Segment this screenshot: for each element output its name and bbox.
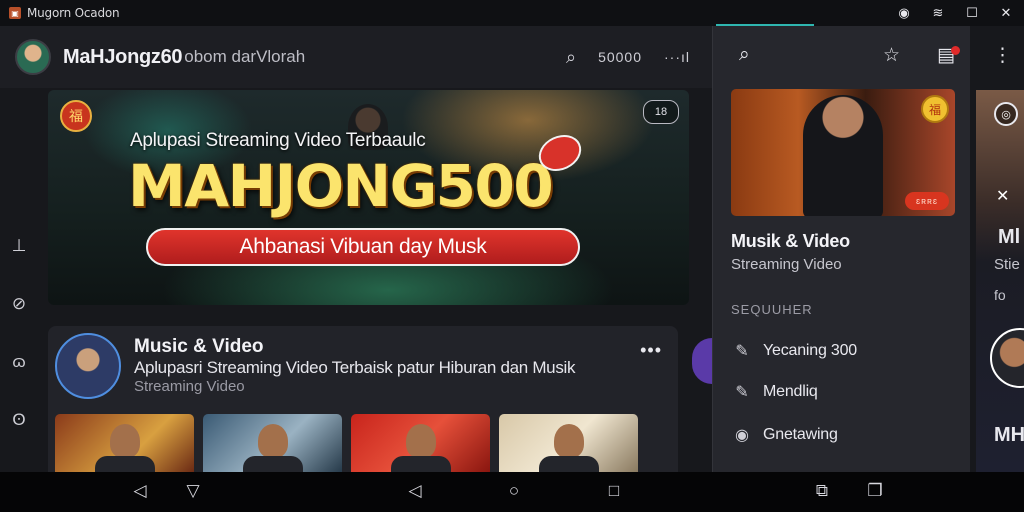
- system-nav-bar: ◁ ▽ ◁ ○ □ ⧉ ❐: [0, 472, 1024, 512]
- search-icon[interactable]: ⌕: [739, 44, 750, 66]
- search-icon[interactable]: ⌕: [566, 47, 576, 68]
- peek-subtitle: Stie: [994, 256, 1020, 273]
- home-icon[interactable]: ○: [503, 481, 525, 501]
- side-drawer: ⌕ ☆ ▤ ⋮ 福 ɛʀʀɛ Musik & Video Streaming V…: [712, 26, 1012, 472]
- drawer-item-label: Gnetawing: [763, 426, 838, 443]
- pen-icon: ✎: [735, 343, 749, 360]
- pin-icon[interactable]: ⊥: [8, 236, 30, 256]
- left-rail: ⊥ ⊘ ɷ ʘ: [0, 88, 38, 472]
- wifi-icon: ◉: [898, 5, 910, 20]
- drawer-item-label: Mendliq: [763, 383, 818, 400]
- maximize-icon[interactable]: ☐: [964, 5, 980, 21]
- compass-icon[interactable]: ⊘: [8, 294, 30, 314]
- lucky-badge-icon: 福: [60, 100, 92, 132]
- avatar[interactable]: [15, 39, 51, 75]
- back-icon[interactable]: ◁: [129, 481, 151, 501]
- peek-title-secondary: MH: [994, 424, 1024, 446]
- app-logo-icon: ▣: [9, 7, 21, 19]
- coin-badge-icon: 福: [921, 95, 949, 123]
- recents-icon[interactable]: □: [603, 481, 625, 501]
- channel-title: Music & Video: [134, 336, 264, 357]
- channel-avatar[interactable]: [55, 333, 121, 399]
- app-name-suffix: obom darVlorah: [184, 47, 306, 66]
- featured-pill: ɛʀʀɛ: [905, 192, 949, 210]
- drawer-section-header: SEQUUHER: [731, 302, 813, 317]
- window-switch-icon[interactable]: ❐: [864, 481, 886, 501]
- peek-meta: fo: [994, 287, 1006, 303]
- window-controls: ◉ ≋ ☐ ✕: [896, 0, 1014, 26]
- side-chip-avatar[interactable]: [692, 338, 712, 384]
- drawer-item-label: Yecaning 300: [763, 342, 857, 359]
- channel-card[interactable]: Music & Video Aplupasri Streaming Video …: [48, 326, 678, 472]
- hero-tagline: Aplupasi Streaming Video Terbaaulc: [130, 130, 426, 151]
- video-thumbnail[interactable]: [499, 414, 638, 472]
- kebab-menu-icon[interactable]: ⋮: [993, 44, 1012, 67]
- peek-card[interactable]: ◎ ✕ Ml Stie fo MH: [976, 90, 1024, 472]
- featured-person-image: [803, 95, 883, 216]
- hero-ribbon: Ahbanasi Vibuan day Musk: [146, 228, 580, 266]
- drawer-toolbar: ⌕ ☆ ▤ ⋮: [713, 26, 1012, 88]
- drawer-item-gnetawing[interactable]: ◉ Gnetawing: [731, 422, 838, 448]
- close-icon[interactable]: ✕: [998, 5, 1014, 21]
- user-icon[interactable]: ʘ: [8, 410, 30, 430]
- peek-title: Ml: [998, 226, 1021, 248]
- notification-dot: [951, 46, 960, 55]
- peek-avatar[interactable]: [990, 328, 1024, 388]
- channel-description: Aplupasri Streaming Video Terbaisk patur…: [134, 358, 576, 377]
- age-rating-badge: 18: [643, 100, 679, 124]
- screenshot-icon[interactable]: ⧉: [811, 481, 833, 501]
- featured-video[interactable]: 福 ɛʀʀɛ: [731, 89, 955, 216]
- back-icon[interactable]: ◁: [404, 481, 426, 501]
- view-count: 50000: [598, 49, 642, 65]
- circle-icon: ◉: [735, 427, 749, 444]
- map-icon[interactable]: ɷ: [8, 352, 30, 372]
- window-titlebar: ▣ Mugorn Ocadon ◉ ≋ ☐ ✕: [0, 0, 1024, 26]
- video-thumbnail[interactable]: [203, 414, 342, 472]
- video-thumbnail[interactable]: [351, 414, 490, 472]
- drawer-item-yecaning[interactable]: ✎ Yecaning 300: [731, 338, 857, 364]
- chevron-down-icon[interactable]: ▽: [182, 481, 204, 501]
- video-thumbnail[interactable]: [55, 414, 194, 472]
- hero-headline: MAHJONG500: [128, 152, 554, 220]
- app-header: MaHJongz60 obom darVlorah ⌕ 50000 ···ıl: [0, 26, 712, 88]
- window-title: Mugorn Ocadon: [27, 6, 120, 20]
- star-icon[interactable]: ☆: [883, 44, 900, 67]
- video-thumbnails: [55, 414, 638, 472]
- signal-icon: ≋: [932, 5, 944, 20]
- more-options-icon[interactable]: •••: [640, 340, 662, 361]
- drawer-item-mendliq[interactable]: ✎ Mendliq: [731, 379, 818, 405]
- more-signal-button[interactable]: ···ıl: [664, 49, 690, 65]
- camera-icon[interactable]: ◎: [994, 102, 1018, 126]
- app-name: MaHJongz60: [63, 45, 183, 68]
- channel-category: Streaming Video: [134, 378, 245, 395]
- drawer-subtitle: Streaming Video: [731, 256, 842, 273]
- header-actions: ⌕ 50000 ···ıl: [566, 26, 690, 88]
- pen-icon: ✎: [735, 384, 749, 401]
- hero-banner[interactable]: 福 18 Aplupasi Streaming Video Terbaaulc …: [48, 90, 689, 305]
- close-icon[interactable]: ✕: [996, 186, 1009, 206]
- drawer-title: Musik & Video: [731, 231, 850, 251]
